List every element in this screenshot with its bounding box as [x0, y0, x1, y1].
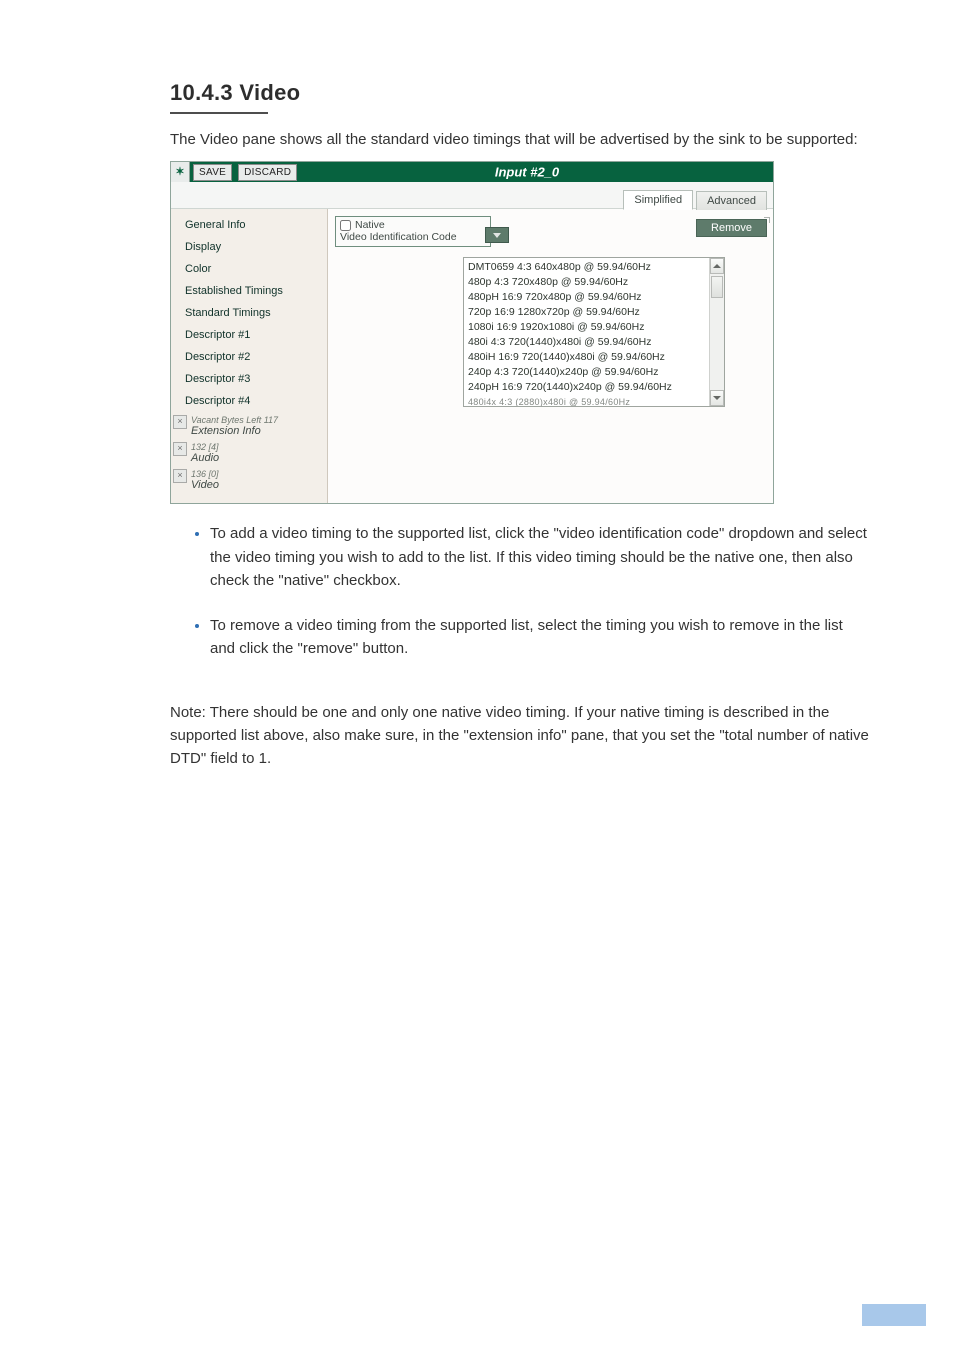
remove-button[interactable]: Remove — [696, 219, 767, 237]
list-item[interactable]: 240p 4:3 720(1440)x240p @ 59.94/60Hz — [467, 365, 706, 380]
bullet-remove-timing: To remove a video timing from the suppor… — [210, 614, 870, 661]
list-item-partial: 480i4x 4:3 (2880)x480i @ 59.94/60Hz — [467, 395, 706, 406]
sidebar-node-label: Video — [191, 480, 219, 491]
sidebar-item-d4[interactable]: Descriptor #4 — [179, 391, 323, 411]
list-item[interactable]: 720p 16:9 1280x720p @ 59.94/60Hz — [467, 305, 706, 320]
list-item[interactable]: 480iH 16:9 720(1440)x480i @ 59.94/60Hz — [467, 350, 706, 365]
window-titlebar: ✶ SAVE DISCARD Input #2_0 — [171, 162, 773, 182]
intro-paragraph: The Video pane shows all the standard vi… — [170, 128, 870, 151]
sidebar-node-audio[interactable]: × 132 [4] Audio — [179, 440, 327, 466]
list-item[interactable]: 480p 4:3 720x480p @ 59.94/60Hz — [467, 275, 706, 290]
list-item[interactable]: 240pH 16:9 720(1440)x240p @ 59.94/60Hz — [467, 380, 706, 395]
sidebar-item-d3[interactable]: Descriptor #3 — [179, 369, 323, 389]
sidebar-node-video[interactable]: × 136 [0] Video — [179, 467, 327, 493]
tab-advanced[interactable]: Advanced — [696, 191, 767, 210]
sidebar-item-d1[interactable]: Descriptor #1 — [179, 325, 323, 345]
list-item[interactable]: DMT0659 4:3 640x480p @ 59.94/60Hz — [467, 260, 706, 275]
tab-simplified[interactable]: Simplified — [623, 190, 693, 210]
scroll-down-button[interactable] — [710, 390, 724, 406]
sidebar-node-label: Extension Info — [191, 426, 278, 437]
scrollbar[interactable] — [709, 258, 724, 406]
list-rows: DMT0659 4:3 640x480p @ 59.94/60Hz 480p 4… — [464, 258, 709, 406]
vic-dropdown[interactable] — [485, 227, 509, 243]
sidebar-item-color[interactable]: Color — [179, 259, 323, 279]
scroll-track[interactable] — [710, 274, 724, 390]
native-checkbox[interactable] — [340, 220, 351, 231]
native-label: Native — [355, 219, 385, 231]
sidebar-item-general[interactable]: General Info — [179, 215, 323, 235]
bullet-list: To add a video timing to the supported l… — [170, 522, 870, 660]
list-item[interactable]: 480i 4:3 720(1440)x480i @ 59.94/60Hz — [467, 335, 706, 350]
sidebar-item-std[interactable]: Standard Timings — [179, 303, 323, 323]
native-vic-box: Native Video Identification Code — [335, 216, 491, 247]
scroll-up-button[interactable] — [710, 258, 724, 274]
sidebar-item-display[interactable]: Display — [179, 237, 323, 257]
titlebar-spacer: Input #2_0 — [300, 162, 773, 182]
sidebar-item-d2[interactable]: Descriptor #2 — [179, 347, 323, 367]
vic-label: Video Identification Code — [340, 231, 486, 243]
save-button[interactable]: SAVE — [193, 164, 232, 181]
main-pane: Native Video Identification Code Remove … — [328, 209, 773, 503]
close-icon[interactable]: × — [173, 442, 187, 456]
list-item[interactable]: 1080i 16:9 1920x1080i @ 59.94/60Hz — [467, 320, 706, 335]
footer-accent — [862, 1304, 926, 1326]
note-paragraph: Note: There should be one and only one n… — [170, 701, 870, 771]
window-title: Input #2_0 — [495, 165, 559, 180]
close-icon[interactable]: × — [173, 415, 187, 429]
heading-underline — [170, 112, 268, 114]
close-icon[interactable]: × — [173, 469, 187, 483]
bullet-add-timing: To add a video timing to the supported l… — [210, 522, 870, 592]
list-item[interactable]: 480pH 16:9 720x480p @ 59.94/60Hz — [467, 290, 706, 305]
sidebar-node-label: Audio — [191, 453, 219, 464]
sidebar-item-est[interactable]: Established Timings — [179, 281, 323, 301]
discard-button[interactable]: DISCARD — [238, 164, 297, 181]
screenshot-panel: ✶ SAVE DISCARD Input #2_0 Simplified Adv… — [170, 161, 774, 504]
star-icon: ✶ — [171, 162, 190, 182]
video-timings-list[interactable]: DMT0659 4:3 640x480p @ 59.94/60Hz 480p 4… — [463, 257, 725, 407]
section-heading: 10.4.3 Video — [170, 80, 870, 106]
resize-handle-icon — [764, 217, 770, 223]
chevron-down-icon — [493, 233, 501, 238]
sidebar: General Info Display Color Established T… — [171, 209, 328, 503]
sidebar-node-extension[interactable]: × Vacant Bytes Left 117 Extension Info — [179, 413, 327, 439]
scroll-thumb[interactable] — [711, 276, 723, 298]
tab-row: Simplified Advanced — [171, 182, 773, 209]
